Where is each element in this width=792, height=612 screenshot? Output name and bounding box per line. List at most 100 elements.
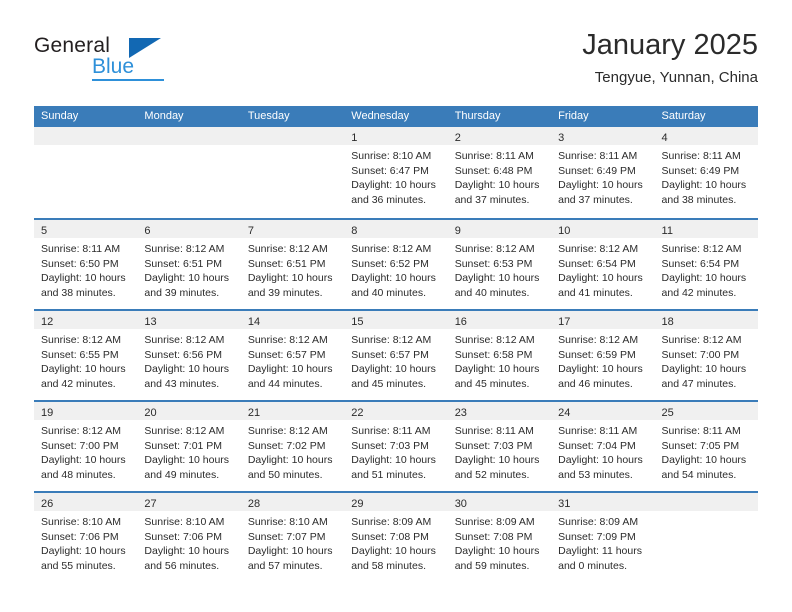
sunrise-text: Sunrise: 8:12 AM: [454, 243, 535, 255]
calendar-day-cell[interactable]: 25 Sunrise: 8:11 AM Sunset: 7:05 PM Dayligh…: [654, 402, 758, 491]
calendar-day-cell[interactable]: 29 Sunrise: 8:09 AM Sunset: 7:08 PM Dayligh…: [344, 493, 448, 582]
calendar-week-row: 26 Sunrise: 8:10 AM Sunset: 7:06 PM Dayligh…: [34, 491, 758, 582]
daylight-text: Daylight: 10 hours: [558, 454, 643, 467]
calendar-day-cell[interactable]: 6 Sunrise: 8:12 AM Sunset: 6:51 PM Daylight…: [137, 220, 241, 309]
calendar-week-row: 12 Sunrise: 8:12 AM Sunset: 6:55 PM Dayligh…: [34, 309, 758, 400]
day-number-strip: 16: [447, 311, 552, 329]
page-title: January 2025: [582, 29, 758, 61]
calendar-day-cell[interactable]: 5 Sunrise: 8:11 AM Sunset: 6:50 PM Daylight…: [34, 220, 138, 309]
sunrise-text: Sunrise: 8:12 AM: [351, 243, 432, 255]
calendar-day-cell[interactable]: 28 Sunrise: 8:10 AM Sunset: 7:07 PM Dayligh…: [240, 493, 345, 582]
calendar-day-cell[interactable]: 15 Sunrise: 8:12 AM Sunset: 6:57 PM Dayligh…: [344, 311, 448, 400]
sunset-text: Sunset: 6:50 PM: [41, 257, 119, 270]
day-details: Sunrise: 8:12 AM Sunset: 6:57 PM Daylight:…: [241, 329, 344, 391]
day-details: Sunrise: 8:12 AM Sunset: 6:55 PM Daylight:…: [34, 329, 137, 391]
day-details: Sunrise: 8:12 AM Sunset: 6:51 PM Daylight:…: [241, 238, 344, 300]
sunrise-text: Sunrise: 8:12 AM: [144, 243, 225, 255]
day-number: 31: [558, 498, 571, 510]
calendar-day-cell[interactable]: 26 Sunrise: 8:10 AM Sunset: 7:06 PM Dayligh…: [34, 493, 138, 582]
daylight-text: Daylight: 10 hours: [558, 363, 643, 376]
sunrise-text: Sunrise: 8:12 AM: [41, 334, 121, 346]
calendar-week-row: 1 Sunrise: 8:10 AM Sunset: 6:47 PM Daylight…: [34, 127, 758, 218]
calendar-day-cell[interactable]: 3 Sunrise: 8:11 AM Sunset: 6:49 PM Daylight…: [551, 127, 655, 218]
daylight-text-cont: and 54 minutes.: [661, 468, 737, 481]
day-number: 8: [351, 225, 358, 237]
calendar-day-cell[interactable]: 11 Sunrise: 8:12 AM Sunset: 6:54 PM Dayligh…: [654, 220, 758, 309]
day-number: 3: [558, 132, 565, 144]
calendar-day-cell[interactable]: 9 Sunrise: 8:12 AM Sunset: 6:53 PM Daylight…: [447, 220, 552, 309]
calendar-day-cell[interactable]: 2 Sunrise: 8:11 AM Sunset: 6:48 PM Daylight…: [447, 127, 552, 218]
daylight-text: Daylight: 10 hours: [661, 272, 747, 285]
daylight-text: Daylight: 10 hours: [351, 454, 436, 467]
location-subtitle: Tengyue, Yunnan, China: [594, 69, 758, 86]
day-number: 20: [144, 407, 157, 419]
calendar-day-cell[interactable]: 13 Sunrise: 8:12 AM Sunset: 6:56 PM Dayligh…: [137, 311, 241, 400]
day-details: Sunrise: 8:12 AM Sunset: 6:59 PM Daylight:…: [551, 329, 654, 391]
calendar-day-cell-empty: [34, 127, 138, 218]
daylight-text-cont: and 46 minutes.: [558, 377, 633, 390]
calendar-day-cell[interactable]: 14 Sunrise: 8:12 AM Sunset: 6:57 PM Dayligh…: [240, 311, 345, 400]
sunset-text: Sunset: 6:59 PM: [558, 348, 636, 361]
calendar-day-cell[interactable]: 17 Sunrise: 8:12 AM Sunset: 6:59 PM Dayligh…: [551, 311, 655, 400]
calendar-day-cell[interactable]: 12 Sunrise: 8:12 AM Sunset: 6:55 PM Dayligh…: [34, 311, 138, 400]
calendar-day-cell[interactable]: 8 Sunrise: 8:12 AM Sunset: 6:52 PM Daylight…: [344, 220, 448, 309]
sunrise-text: Sunrise: 8:10 AM: [144, 516, 225, 528]
day-number-strip: 30: [447, 493, 552, 511]
calendar-day-cell[interactable]: 4 Sunrise: 8:11 AM Sunset: 6:49 PM Daylight…: [654, 127, 758, 218]
day-number-strip: 23: [447, 402, 552, 420]
sunrise-text: Sunrise: 8:12 AM: [144, 334, 225, 346]
calendar-day-cell[interactable]: 1 Sunrise: 8:10 AM Sunset: 6:47 PM Daylight…: [344, 127, 448, 218]
sunset-text: Sunset: 7:02 PM: [247, 439, 326, 452]
calendar-day-cell[interactable]: 7 Sunrise: 8:12 AM Sunset: 6:51 PM Daylight…: [240, 220, 345, 309]
day-number-strip: 5: [34, 220, 138, 238]
day-number-strip: 27: [137, 493, 241, 511]
day-number-strip: 15: [344, 311, 448, 329]
calendar-day-cell[interactable]: 31 Sunrise: 8:09 AM Sunset: 7:09 PM Dayligh…: [551, 493, 655, 582]
calendar-day-cell[interactable]: 20 Sunrise: 8:12 AM Sunset: 7:01 PM Dayligh…: [137, 402, 241, 491]
sunrise-text: Sunrise: 8:12 AM: [351, 334, 432, 346]
daylight-text-cont: and 55 minutes.: [41, 559, 116, 572]
sunset-text: Sunset: 6:49 PM: [558, 164, 636, 177]
calendar-day-cell[interactable]: 10 Sunrise: 8:12 AM Sunset: 6:54 PM Dayligh…: [551, 220, 655, 309]
daylight-text-cont: and 39 minutes.: [144, 286, 220, 299]
daylight-text: Daylight: 10 hours: [41, 272, 126, 285]
day-number: 5: [41, 225, 48, 237]
sunset-text: Sunset: 6:58 PM: [454, 348, 533, 361]
calendar-day-cell[interactable]: 23 Sunrise: 8:11 AM Sunset: 7:03 PM Dayligh…: [447, 402, 552, 491]
calendar-day-cell[interactable]: 21 Sunrise: 8:12 AM Sunset: 7:02 PM Dayligh…: [240, 402, 345, 491]
calendar-day-cell[interactable]: 22 Sunrise: 8:11 AM Sunset: 7:03 PM Dayligh…: [344, 402, 448, 491]
day-number: 18: [661, 316, 674, 328]
sunset-text: Sunset: 7:06 PM: [144, 530, 223, 543]
calendar-day-cell[interactable]: 16 Sunrise: 8:12 AM Sunset: 6:58 PM Dayligh…: [447, 311, 552, 400]
day-number: 21: [247, 407, 261, 419]
general-blue-logo[interactable]: General Blue: [34, 34, 164, 92]
daylight-text-cont: and 41 minutes.: [558, 286, 633, 299]
day-details: Sunrise: 8:11 AM Sunset: 6:49 PM Daylight:…: [551, 145, 654, 207]
sunrise-text: Sunrise: 8:12 AM: [247, 425, 328, 437]
weekday-header-monday: Monday: [144, 110, 184, 122]
sunrise-text: Sunrise: 8:12 AM: [247, 334, 328, 346]
day-number: 30: [454, 498, 467, 510]
calendar-day-cell[interactable]: 18 Sunrise: 8:12 AM Sunset: 7:00 PM Dayligh…: [654, 311, 758, 400]
calendar-day-cell[interactable]: 30 Sunrise: 8:09 AM Sunset: 7:08 PM Dayligh…: [447, 493, 552, 582]
sunset-text: Sunset: 7:09 PM: [558, 530, 636, 543]
day-details: Sunrise: 8:11 AM Sunset: 7:04 PM Daylight:…: [551, 420, 654, 482]
calendar-day-cell[interactable]: 27 Sunrise: 8:10 AM Sunset: 7:06 PM Dayligh…: [137, 493, 241, 582]
calendar-day-cell[interactable]: 19 Sunrise: 8:12 AM Sunset: 7:00 PM Dayligh…: [34, 402, 138, 491]
logo-underline: [92, 79, 164, 81]
calendar-day-cell[interactable]: 24 Sunrise: 8:11 AM Sunset: 7:04 PM Dayligh…: [551, 402, 655, 491]
day-number: 24: [558, 407, 571, 419]
sunset-text: Sunset: 6:55 PM: [41, 348, 119, 361]
sunrise-text: Sunrise: 8:10 AM: [351, 150, 432, 162]
sunset-text: Sunset: 6:51 PM: [144, 257, 223, 270]
day-number: 2: [454, 132, 461, 144]
sunset-text: Sunset: 6:54 PM: [558, 257, 636, 270]
daylight-text: Daylight: 10 hours: [41, 363, 126, 376]
day-number: 14: [247, 316, 261, 328]
daylight-text-cont: and 42 minutes.: [661, 286, 737, 299]
weekday-header-saturday: Saturday: [661, 110, 706, 122]
daylight-text-cont: and 0 minutes.: [558, 559, 627, 572]
daylight-text-cont: and 37 minutes.: [558, 193, 633, 206]
sunrise-text: Sunrise: 8:12 AM: [558, 334, 639, 346]
day-details: Sunrise: 8:11 AM Sunset: 7:03 PM Daylight:…: [344, 420, 447, 482]
